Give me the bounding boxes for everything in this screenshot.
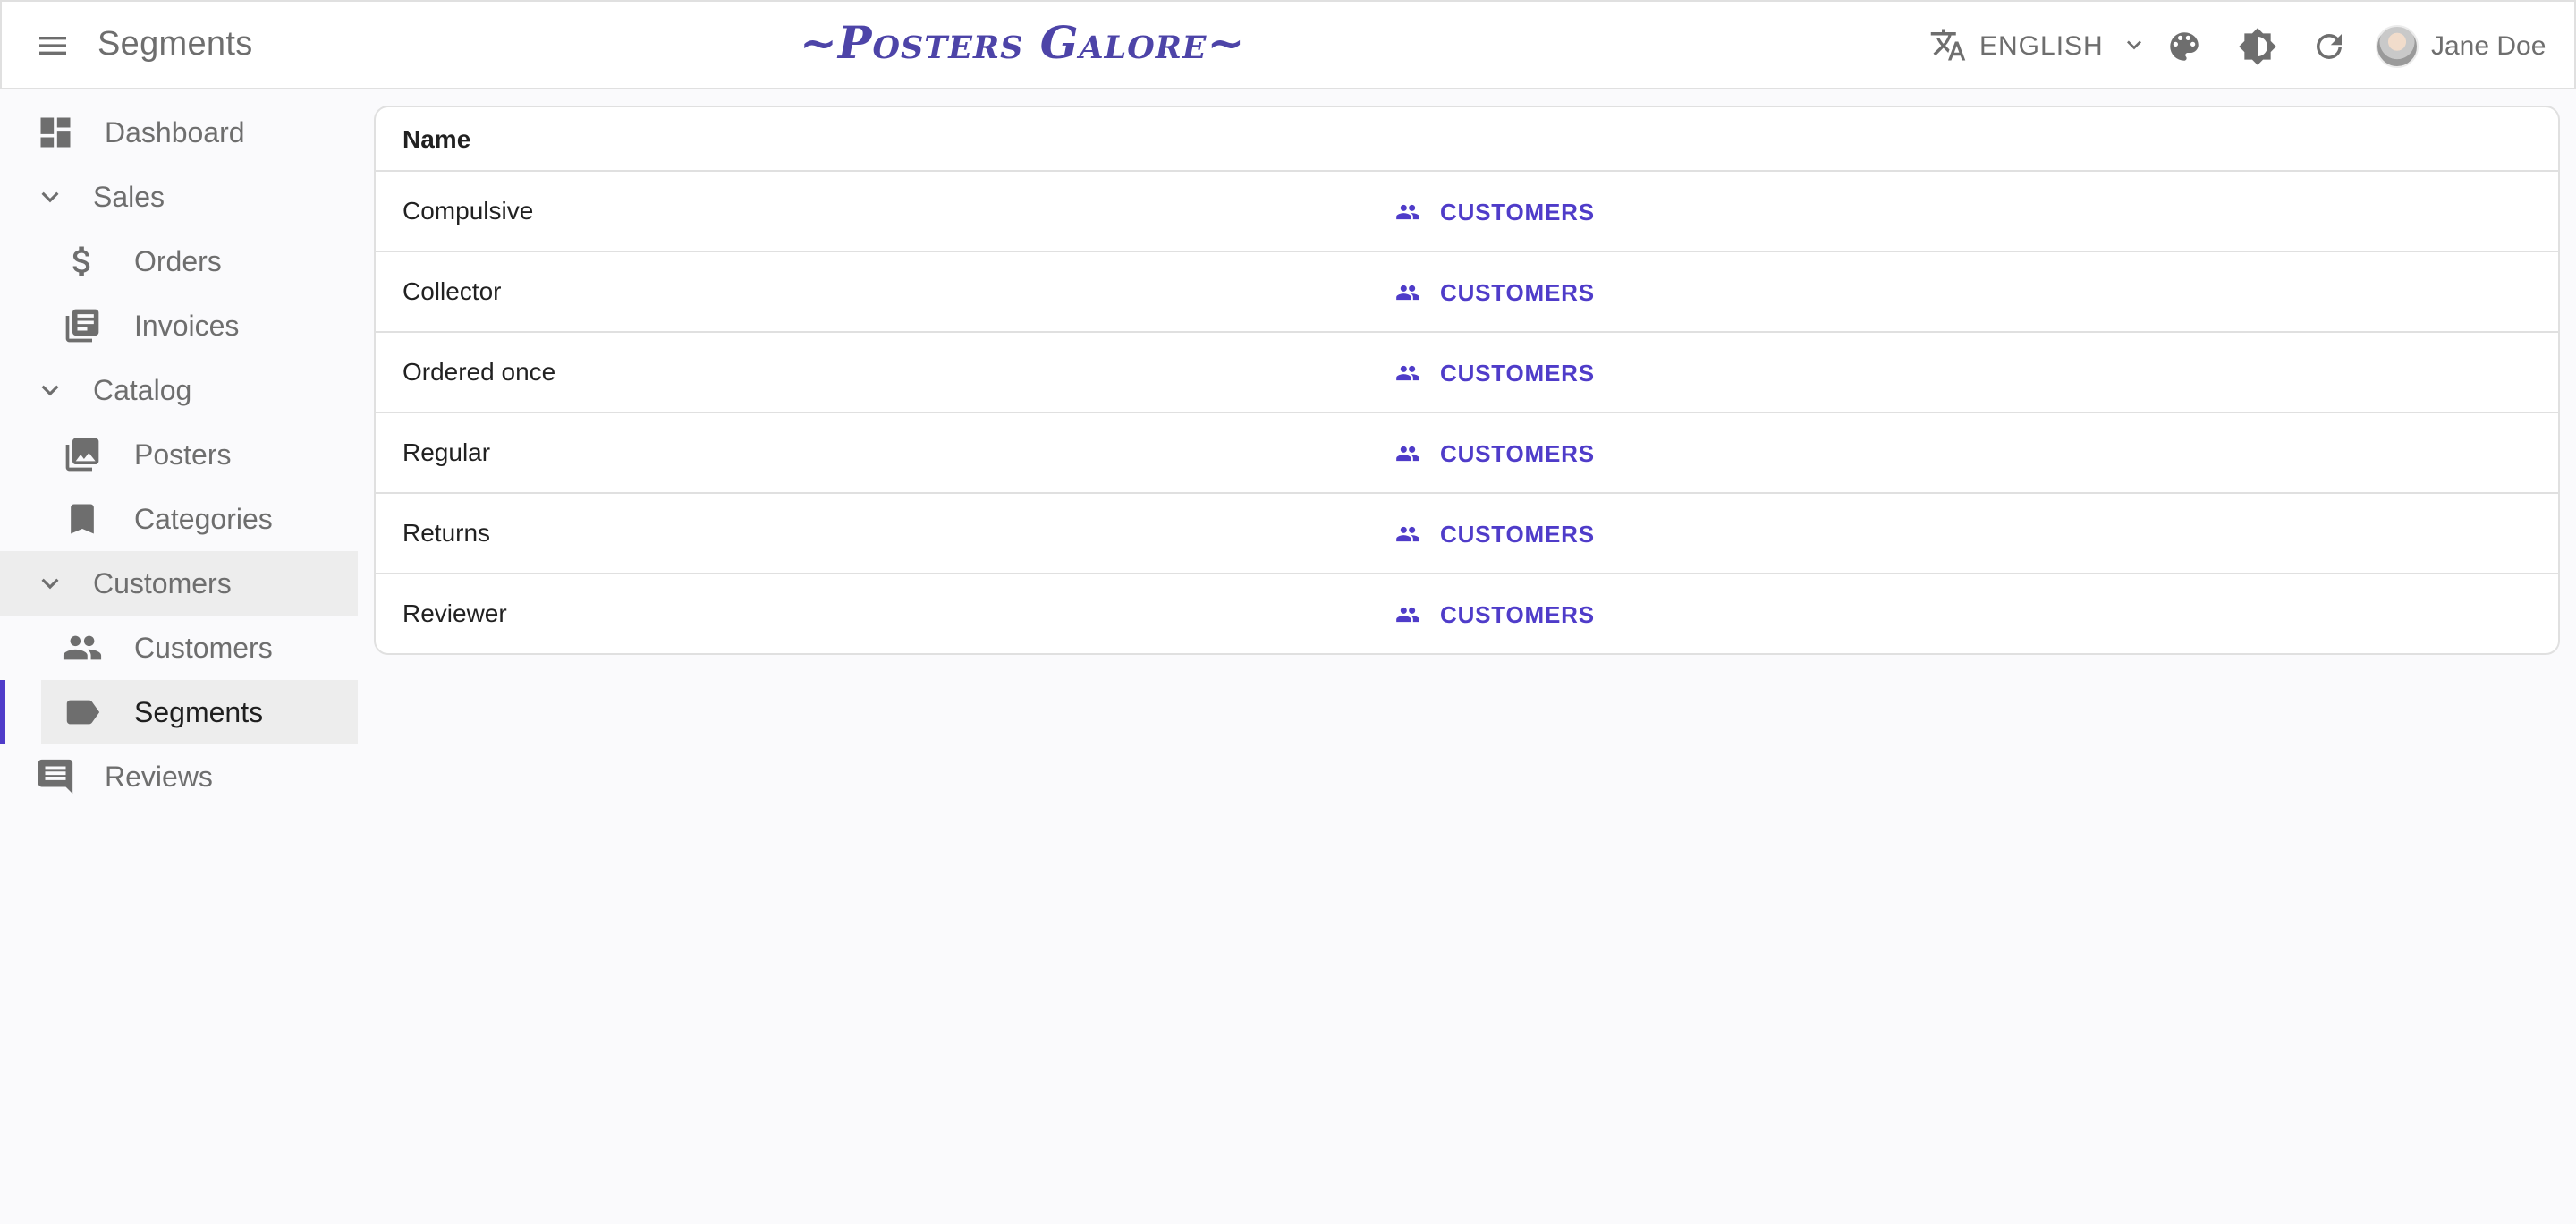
customers-link-button[interactable]: CUSTOMERS: [1385, 508, 1606, 560]
label-icon: [61, 691, 104, 734]
sidebar-item-label: Catalog: [93, 374, 192, 406]
people-icon: [1396, 285, 1419, 301]
avatar: [2376, 25, 2419, 68]
menu-icon[interactable]: [29, 21, 77, 70]
people-icon: [1396, 446, 1419, 462]
table-row[interactable]: Compulsive CUSTOMERS: [376, 172, 2558, 252]
people-icon: [1396, 607, 1419, 623]
sidebar-item-customers[interactable]: Customers: [0, 616, 358, 680]
sidebar-item-label: Reviews: [105, 761, 213, 793]
segment-name: Compulsive: [402, 197, 534, 225]
table-row[interactable]: Regular CUSTOMERS: [376, 413, 2558, 494]
segment-name: Regular: [402, 438, 491, 466]
customers-link-label: CUSTOMERS: [1440, 600, 1595, 628]
sidebar-item-posters[interactable]: Posters: [0, 422, 358, 487]
sidebar-item-label: Posters: [134, 438, 232, 471]
sidebar-item-label: Customers: [93, 567, 232, 599]
customers-link-label: CUSTOMERS: [1440, 278, 1595, 306]
user-name: Jane Doe: [2431, 31, 2546, 61]
chevron-down-icon: [2120, 30, 2148, 64]
sidebar-item-categories[interactable]: Categories: [0, 487, 358, 551]
translate-icon: [1929, 26, 1967, 68]
brand-logo: ~Posters Galore~: [800, 16, 1246, 69]
sidebar-item-label: Orders: [134, 245, 222, 277]
people-icon: [1396, 204, 1419, 220]
sidebar-item-label: Invoices: [134, 310, 240, 342]
customers-link-button[interactable]: CUSTOMERS: [1385, 186, 1606, 238]
sidebar-group-catalog[interactable]: Catalog: [0, 358, 358, 422]
sidebar-item-label: Dashboard: [105, 116, 245, 149]
user-menu[interactable]: Jane Doe: [2376, 20, 2563, 73]
people-icon: [1396, 526, 1419, 542]
dollar-icon: [61, 240, 104, 283]
sidebar-item-orders[interactable]: Orders: [0, 229, 358, 293]
table-row[interactable]: Reviewer CUSTOMERS: [376, 574, 2558, 653]
segment-name: Returns: [402, 519, 491, 547]
refresh-icon[interactable]: [2304, 21, 2354, 72]
chevron-down-icon: [29, 562, 72, 605]
sidebar-item-invoices[interactable]: Invoices: [0, 293, 358, 358]
table-row[interactable]: Returns CUSTOMERS: [376, 494, 2558, 574]
table-header: Name: [376, 107, 2558, 172]
dashboard-icon: [34, 111, 77, 154]
segment-name: Reviewer: [402, 599, 507, 627]
chevron-down-icon: [29, 369, 72, 412]
palette-icon[interactable]: [2159, 21, 2209, 72]
customers-link-label: CUSTOMERS: [1440, 198, 1595, 225]
language-selector[interactable]: ENGLISH: [1929, 21, 2144, 72]
column-header-name[interactable]: Name: [402, 125, 470, 154]
sidebar-group-customers[interactable]: Customers: [0, 551, 358, 616]
customers-link-label: CUSTOMERS: [1440, 359, 1595, 387]
people-icon: [61, 626, 104, 669]
page-title: Segments: [97, 25, 253, 63]
comment-icon: [34, 755, 77, 798]
sidebar-item-label: Categories: [134, 503, 273, 535]
sidebar-item-segments[interactable]: Segments: [41, 680, 358, 744]
customers-link-button[interactable]: CUSTOMERS: [1385, 589, 1606, 641]
chevron-down-icon: [29, 175, 72, 218]
customers-link-button[interactable]: CUSTOMERS: [1385, 428, 1606, 480]
segment-name: Ordered once: [402, 358, 556, 386]
segments-table: Name Compulsive CUSTOMERS Collector CUST…: [374, 106, 2560, 655]
table-row[interactable]: Collector CUSTOMERS: [376, 252, 2558, 333]
sidebar-item-dashboard[interactable]: Dashboard: [0, 100, 358, 165]
customers-link-label: CUSTOMERS: [1440, 520, 1595, 548]
table-row[interactable]: Ordered once CUSTOMERS: [376, 333, 2558, 413]
brightness-icon[interactable]: [2233, 21, 2283, 72]
bookmark-icon: [61, 497, 104, 540]
people-icon: [1396, 365, 1419, 381]
library-books-icon: [61, 304, 104, 347]
sidebar-item-reviews[interactable]: Reviews: [0, 744, 358, 809]
sidebar-item-label: Customers: [134, 632, 273, 664]
language-label: ENGLISH: [1979, 31, 2104, 61]
app-bar: Segments ~Posters Galore~ ENGLISH Jane D…: [0, 0, 2576, 89]
collections-icon: [61, 433, 104, 476]
sidebar-item-label: Segments: [134, 696, 264, 728]
customers-link-button[interactable]: CUSTOMERS: [1385, 267, 1606, 319]
active-indicator: [0, 680, 5, 744]
sidebar-item-label: Sales: [93, 181, 165, 213]
customers-link-label: CUSTOMERS: [1440, 439, 1595, 467]
customers-link-button[interactable]: CUSTOMERS: [1385, 347, 1606, 399]
segment-name: Collector: [402, 277, 502, 305]
sidebar-group-sales[interactable]: Sales: [0, 165, 358, 229]
